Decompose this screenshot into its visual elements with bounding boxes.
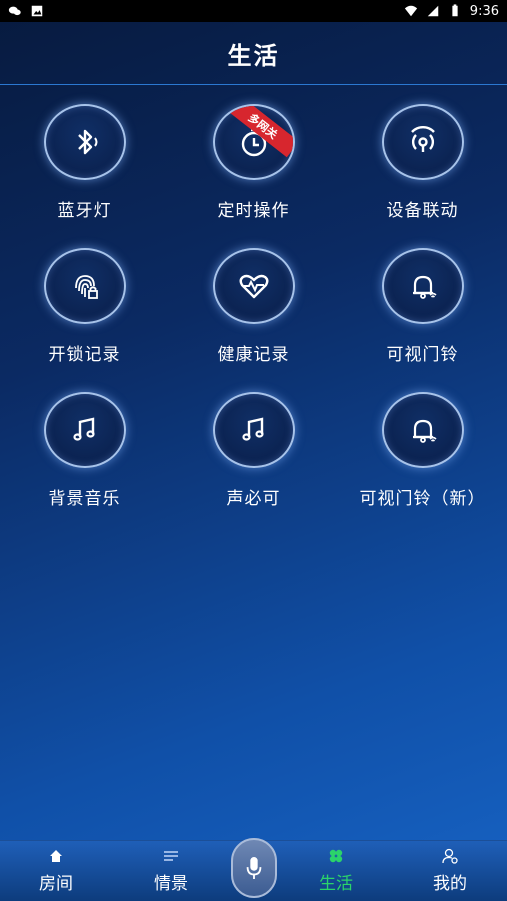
tab-scenes[interactable]: 情景 (126, 847, 216, 899)
tile-label: 可视门铃 (386, 345, 459, 365)
heart-pulse-icon (239, 274, 268, 299)
tile-health-record[interactable]: 健康记录 (169, 248, 338, 365)
microphone-icon (246, 857, 262, 879)
signal-icon (426, 4, 440, 18)
tile-label: 可视门铃（新） (359, 489, 486, 509)
clover-icon (329, 849, 343, 863)
tile-label: 开锁记录 (48, 345, 121, 365)
tab-life[interactable]: 生活 (291, 847, 381, 899)
doorbell-icon (412, 275, 437, 299)
tile-icon-circle (43, 104, 126, 180)
tile-label: 蓝牙灯 (57, 201, 112, 221)
fingerprint-lock-icon (74, 275, 98, 299)
home-icon (50, 850, 62, 862)
tile-label: 背景音乐 (48, 489, 121, 509)
tile-video-doorbell[interactable]: 可视门铃 (338, 248, 507, 365)
tile-video-doorbell-new[interactable]: 可视门铃（新） (338, 392, 507, 509)
tile-background-music[interactable]: 背景音乐 (0, 392, 169, 509)
user-settings-icon (442, 848, 458, 864)
status-time: 9:36 (469, 3, 499, 19)
tile-icon-circle (381, 104, 464, 180)
tile-bluetooth-light[interactable]: 蓝牙灯 (0, 104, 169, 221)
bluetooth-icon (77, 129, 97, 155)
tab-label: 我的 (433, 874, 467, 894)
tab-label: 房间 (39, 874, 73, 894)
tile-label: 设备联动 (386, 201, 459, 221)
status-bar: 9:36 (0, 0, 507, 22)
doorbell-icon (412, 419, 437, 443)
tile-icon-circle (43, 248, 126, 324)
tile-shengbike[interactable]: 声必可 (169, 392, 338, 509)
image-icon (30, 4, 44, 18)
music-note-icon (72, 417, 95, 441)
tile-icon-circle (212, 248, 295, 324)
tab-label: 生活 (319, 874, 353, 894)
menu-lines-icon (164, 851, 178, 861)
tile-icon-circle (43, 392, 126, 468)
tab-rooms[interactable]: 房间 (11, 847, 101, 899)
tile-label: 健康记录 (217, 345, 290, 365)
feature-grid: 蓝牙灯 多网关 定时操作 设备联动 开锁记录 健康记录 可视门铃 背景音乐 声必… (0, 104, 507, 509)
tile-icon-circle (381, 392, 464, 468)
tile-timer[interactable]: 多网关 定时操作 (169, 104, 338, 221)
tile-label: 声必可 (226, 489, 281, 509)
tile-icon-circle (212, 392, 295, 468)
tab-mine[interactable]: 我的 (405, 847, 495, 899)
page-title: 生活 (227, 41, 280, 70)
battery-icon (448, 4, 462, 18)
tile-device-linkage[interactable]: 设备联动 (338, 104, 507, 221)
wechat-icon (8, 4, 22, 18)
music-note-icon (241, 417, 264, 441)
tile-unlock-record[interactable]: 开锁记录 (0, 248, 169, 365)
linkage-icon (410, 126, 435, 152)
tile-label: 定时操作 (217, 201, 290, 221)
voice-button[interactable] (231, 838, 277, 898)
tile-icon-circle (381, 248, 464, 324)
tile-icon-circle: 多网关 (212, 104, 295, 180)
tab-label: 情景 (154, 874, 188, 894)
wifi-icon (404, 4, 418, 18)
app-header: 生活 (0, 22, 507, 85)
